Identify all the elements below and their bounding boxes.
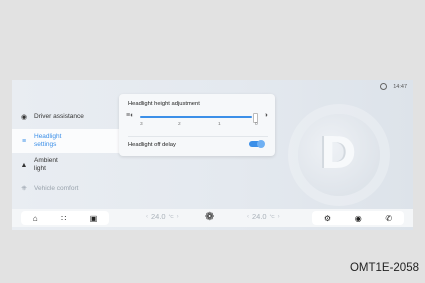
figure-caption: OMT1E-2058 (349, 262, 419, 274)
headlight-low-icon: ≡◐ (126, 112, 135, 119)
headlight-graphic-icon: D (320, 128, 357, 179)
fan-icon[interactable]: ❁ (205, 210, 214, 223)
seat-icon: ⎈ (21, 185, 27, 192)
ambient-light-icon: ▲ (20, 161, 28, 169)
divider (128, 136, 268, 137)
left-temperature: 24.0 (151, 212, 166, 221)
camera-icon[interactable]: ◉ (355, 214, 362, 223)
sidebar-item-label-2: light (34, 165, 46, 172)
left-temperature-control[interactable]: ‹ 24.0 °C › (146, 212, 179, 221)
sidebar-item-headlight-settings[interactable]: ≡ Headlight settings (12, 129, 125, 153)
user-icon[interactable] (380, 83, 388, 90)
clock: 14:47 (393, 83, 407, 90)
temp-up-icon[interactable]: › (278, 214, 280, 220)
tick-label: 2 (178, 122, 181, 127)
right-temperature-control[interactable]: ‹ 24.0 °C › (247, 212, 280, 221)
sidebar-item-label: Driver assistance (34, 113, 84, 120)
toggle-knob (257, 140, 265, 148)
bottom-dock: ⌂ ∷ ▣ ‹ 24.0 °C › ❁ ‹ 24.0 °C › ⚙ ◉ ✆ (12, 209, 413, 227)
sidebar-item-driver-assistance[interactable]: ◉ Driver assistance (12, 105, 126, 129)
home-icon[interactable]: ⌂ (33, 214, 38, 223)
off-delay-toggle[interactable] (249, 140, 265, 148)
slider-track[interactable] (140, 116, 252, 118)
headlight-icon: ≡ (21, 137, 27, 145)
temp-down-icon[interactable]: ‹ (146, 214, 148, 220)
headlight-decoration: D (298, 114, 380, 196)
sidebar-item-label-2: settings (34, 141, 57, 148)
dock-right-group: ⚙ ◉ ✆ (312, 211, 404, 225)
settings-icon[interactable]: ⚙ (324, 214, 331, 223)
sidebar-item-label: Ambient (34, 157, 58, 164)
phone-icon[interactable]: ✆ (385, 214, 392, 223)
sidebar-item-ambient-light[interactable]: ▲ Ambient light (12, 153, 126, 177)
settings-sidebar: ◉ Driver assistance ≡ Headlight settings … (12, 105, 126, 201)
temp-unit: °C (269, 214, 275, 219)
sidebar-item-label: Vehicle comfort (34, 185, 79, 192)
temp-down-icon[interactable]: ‹ (247, 214, 249, 220)
sidebar-item-label: Headlight (34, 133, 62, 140)
tick-label: 1 (218, 122, 221, 127)
steering-wheel-icon: ◉ (20, 114, 28, 121)
temp-unit: °C (168, 214, 174, 219)
temp-up-icon[interactable]: › (177, 214, 179, 220)
height-adjustment-title: Headlight height adjustment (128, 101, 200, 107)
headlight-high-icon: ◑ (263, 112, 268, 119)
headlight-settings-panel: Headlight height adjustment ≡◐ ◑ 3 2 1 0… (119, 94, 275, 156)
right-temperature: 24.0 (252, 212, 267, 221)
status-bar: 14:47 (380, 83, 407, 90)
infotainment-screen: 14:47 ◉ Driver assistance ≡ Headlight set… (12, 80, 413, 230)
tick-label: 3 (140, 122, 143, 127)
tick-label: 0 (255, 122, 258, 127)
off-delay-label: Headlight off delay (128, 142, 176, 148)
sidebar-item-vehicle-comfort[interactable]: ⎈ Vehicle comfort (12, 177, 126, 201)
car-icon[interactable]: ▣ (90, 214, 98, 223)
height-adjustment-slider[interactable]: ≡◐ ◑ 3 2 1 0 (126, 111, 268, 131)
dock-left-group: ⌂ ∷ ▣ (21, 211, 109, 225)
apps-grid-icon[interactable]: ∷ (61, 214, 66, 223)
